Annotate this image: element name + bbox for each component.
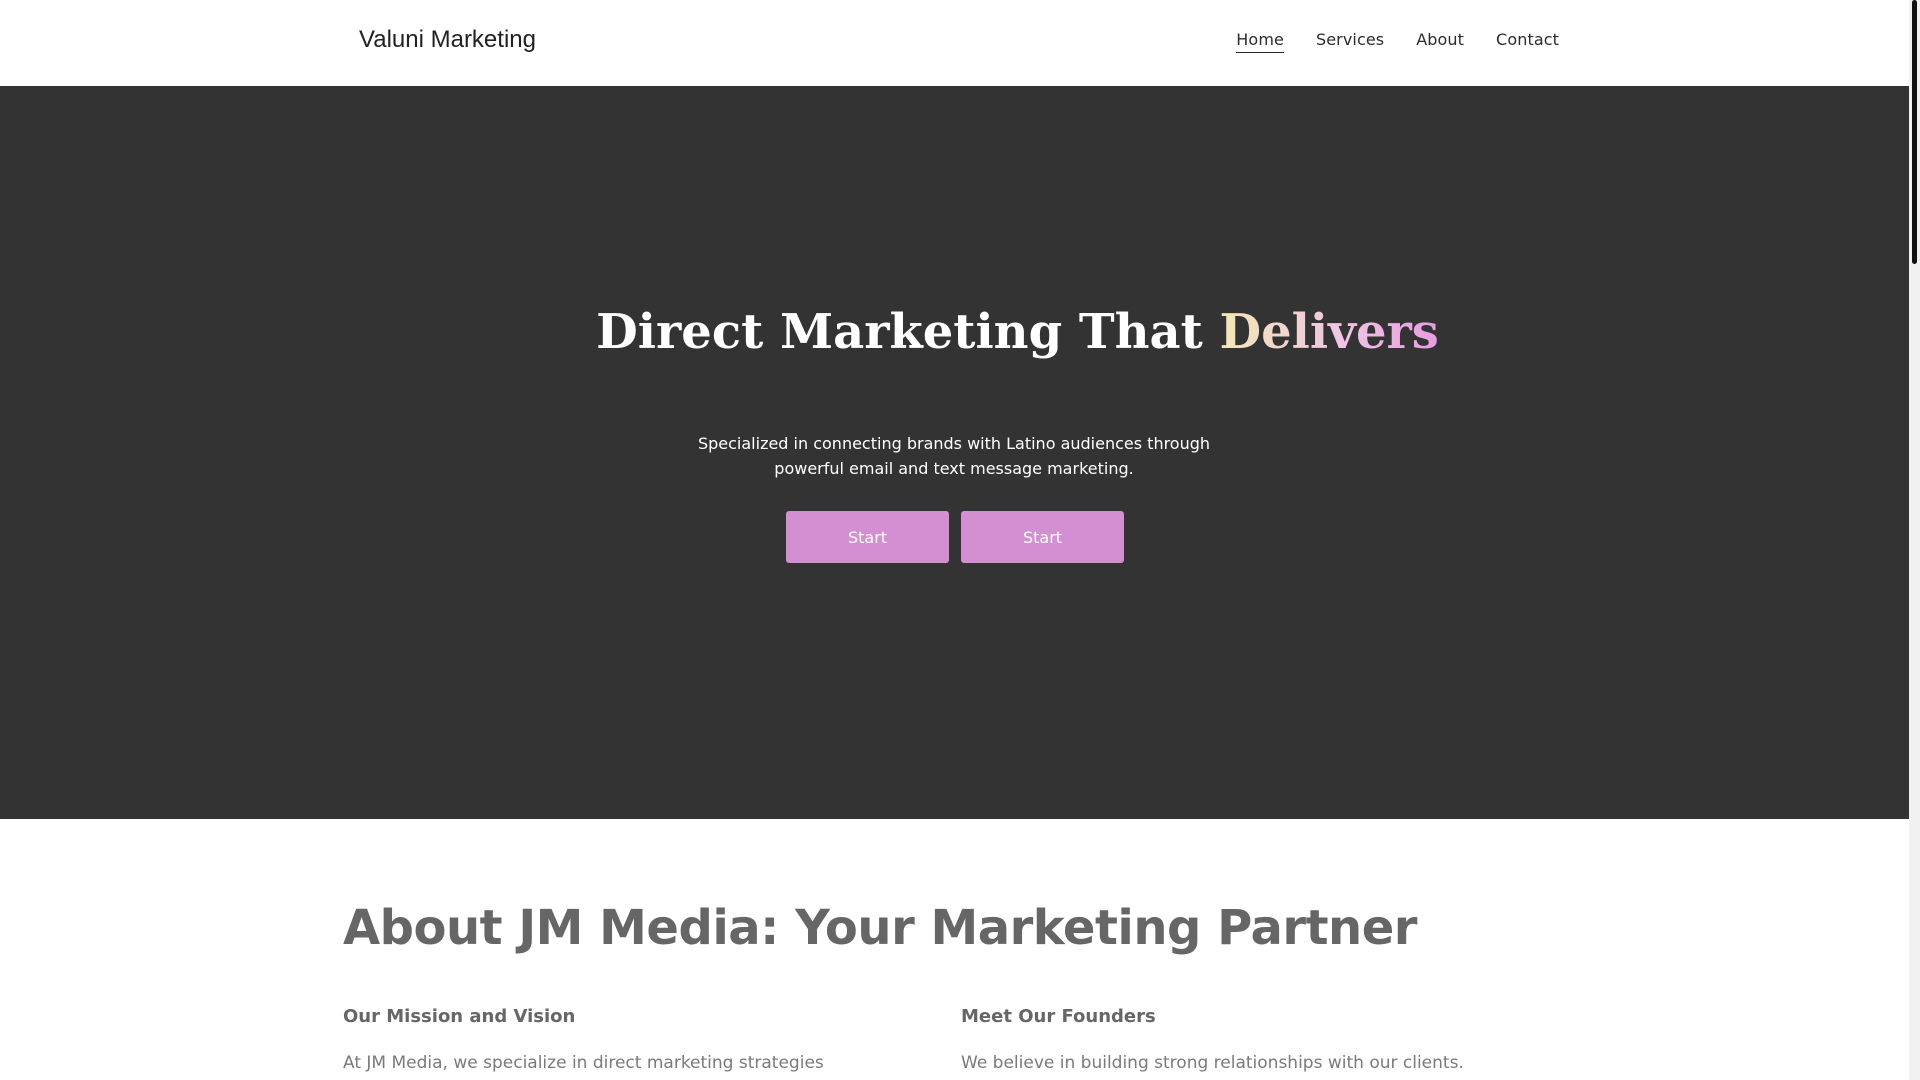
mission-column: Our Mission and Vision At JM Media, we s… [343, 1006, 863, 1080]
hero-title-accent: Delivers [1219, 304, 1439, 360]
mission-heading: Our Mission and Vision [343, 1006, 576, 1027]
start-button-primary[interactable]: Start [786, 511, 949, 563]
nav-home-link[interactable]: Home [1236, 30, 1284, 53]
founders-column: Meet Our Founders We believe in building… [961, 1006, 1481, 1080]
hero-title: Direct Marketing That Delivers [0, 304, 1909, 360]
hero-title-main: Direct Marketing That [596, 304, 1220, 360]
hero-section: Direct Marketing That Delivers Specializ… [0, 86, 1909, 819]
mission-text: At JM Media, we specialize in direct mar… [343, 1053, 824, 1073]
founders-heading: Meet Our Founders [961, 1006, 1156, 1027]
about-title: About JM Media: Your Marketing Partner [343, 900, 1417, 956]
founders-text: We believe in building strong relationsh… [961, 1053, 1464, 1073]
page-scrollbar[interactable] [1909, 0, 1920, 1080]
start-button-secondary[interactable]: Start [961, 511, 1124, 563]
page: Valuni Marketing Home Services About Con… [0, 0, 1909, 1080]
scrollbar-thumb[interactable] [1912, 0, 1917, 264]
nav-contact-link[interactable]: Contact [1496, 30, 1559, 53]
hero-buttons: Start Start [786, 511, 1124, 563]
site-header: Valuni Marketing Home Services About Con… [0, 0, 1909, 86]
hero-subtitle: Specialized in connecting brands with La… [697, 434, 1211, 478]
nav-about-link[interactable]: About [1416, 30, 1464, 53]
nav-services-link[interactable]: Services [1316, 30, 1384, 53]
main-nav: Home Services About Contact [1236, 30, 1559, 53]
brand-logo[interactable]: Valuni Marketing [359, 26, 536, 54]
